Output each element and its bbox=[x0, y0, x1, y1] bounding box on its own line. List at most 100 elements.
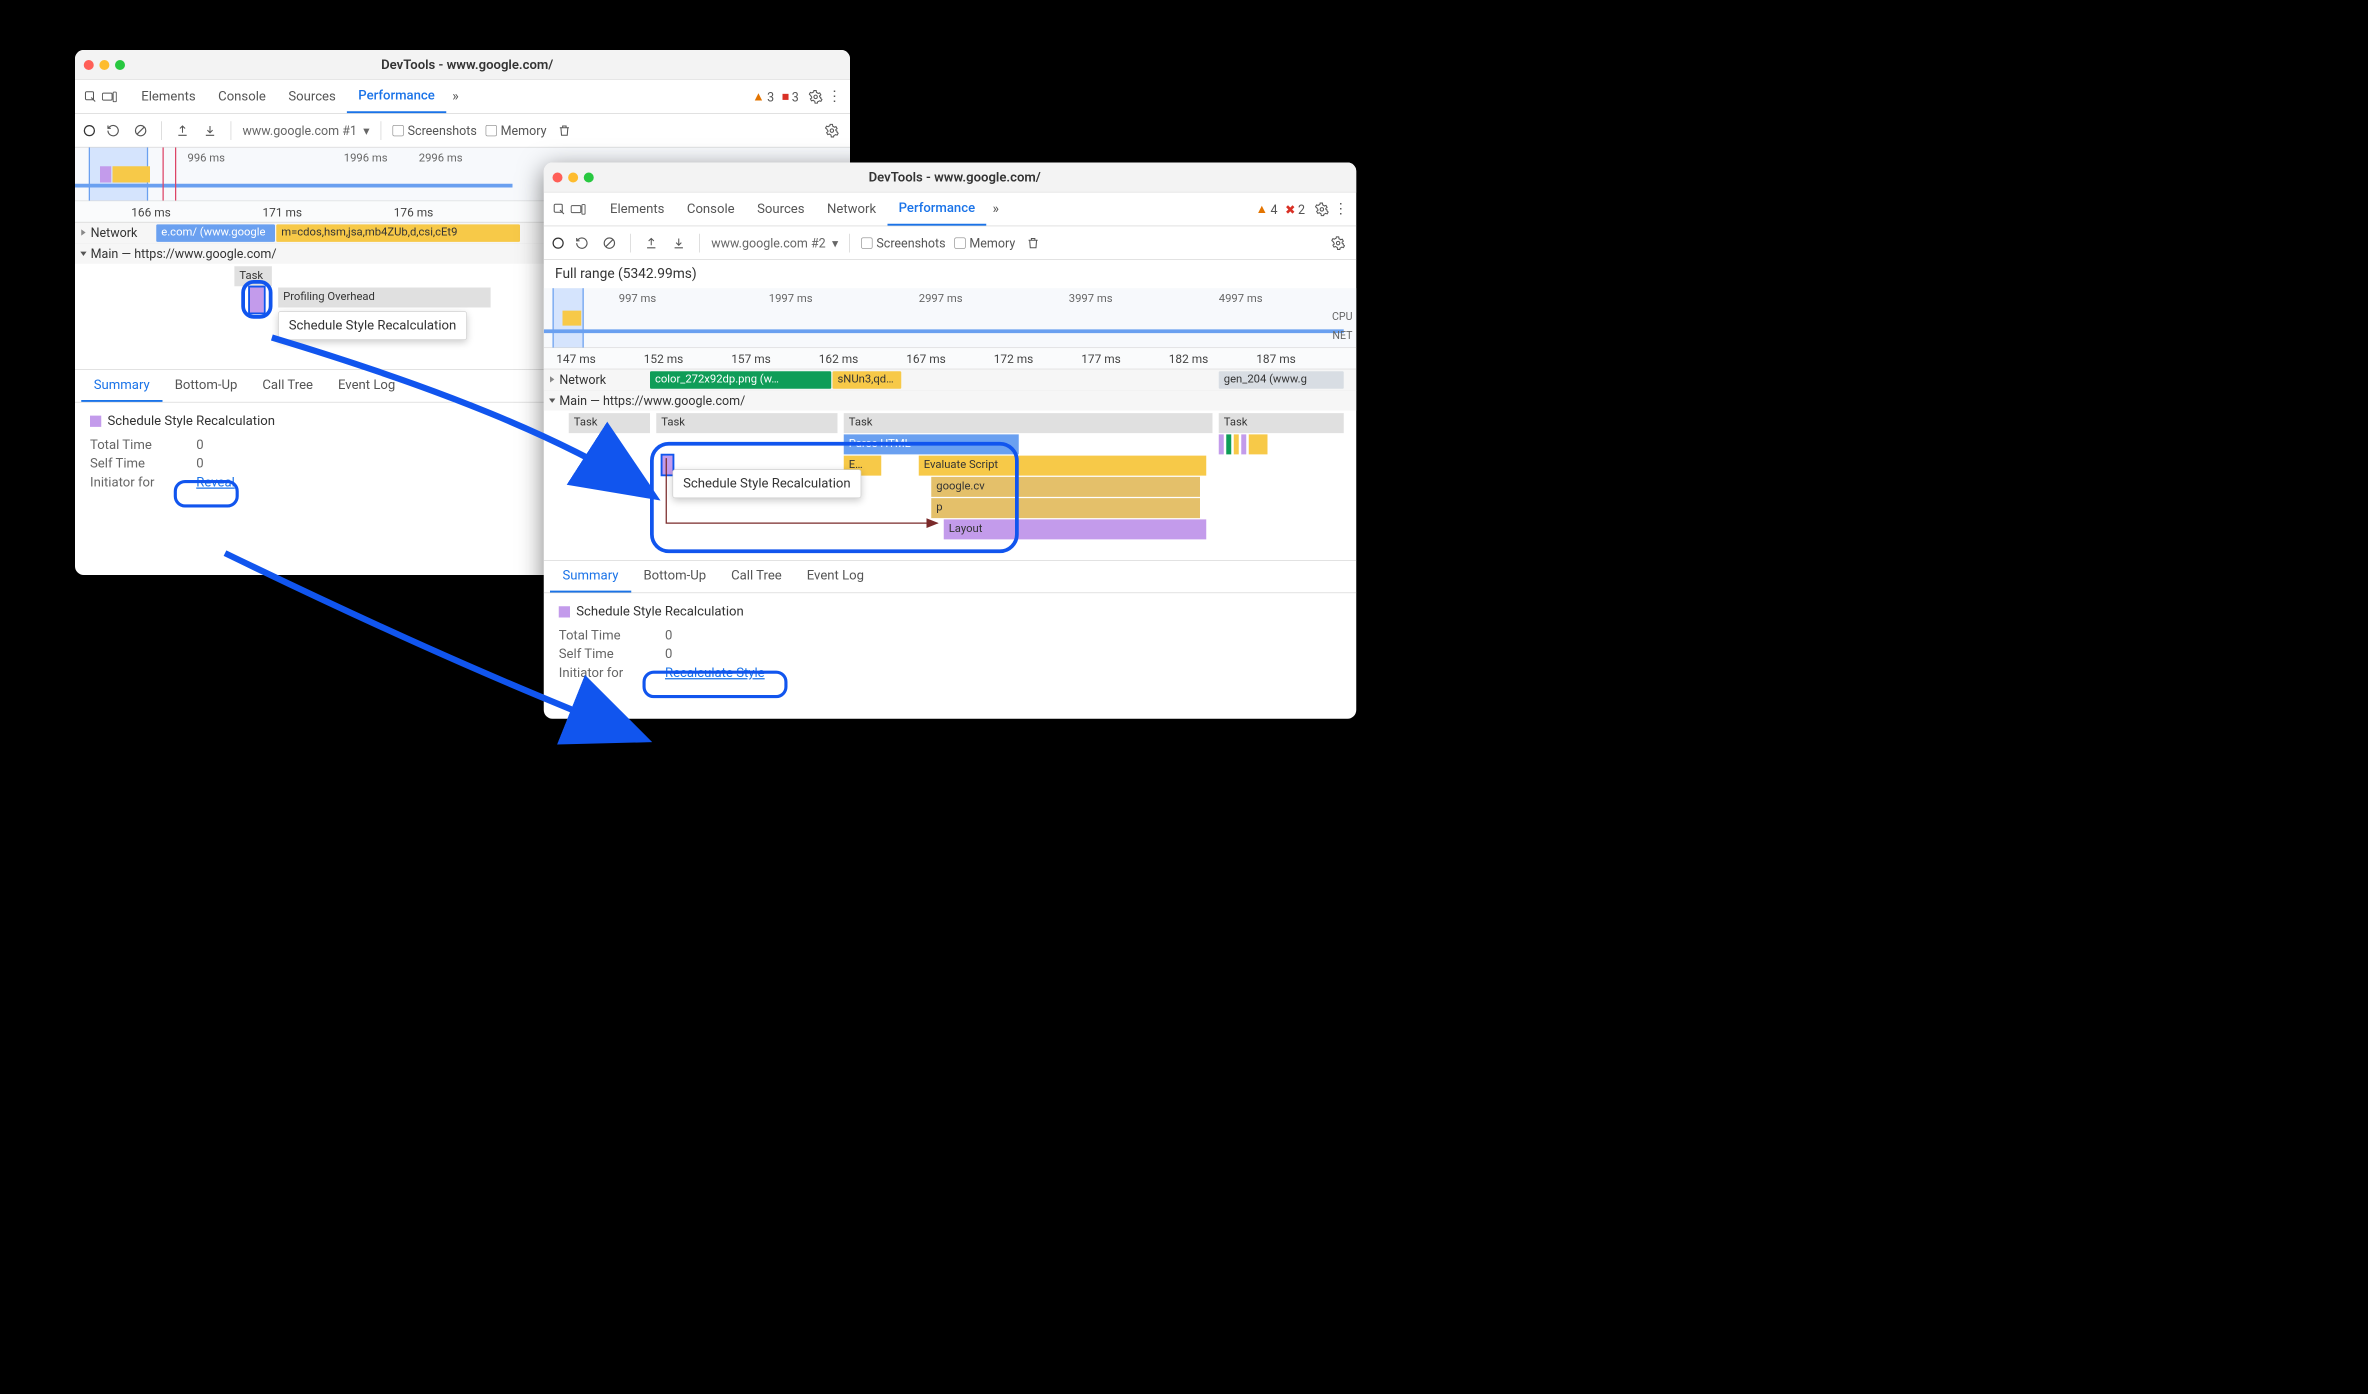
ruler-tick: 147 ms bbox=[556, 352, 596, 366]
flame-sliver[interactable] bbox=[1226, 434, 1231, 454]
clear-icon[interactable] bbox=[131, 121, 150, 140]
garbage-icon[interactable] bbox=[555, 121, 574, 140]
tab-performance[interactable]: Performance bbox=[347, 80, 446, 113]
profile-select[interactable]: www.google.com #2 ▾ bbox=[711, 235, 838, 250]
titlebar[interactable]: DevTools - www.google.com/ bbox=[544, 163, 1357, 193]
overview-tick: 4997 ms bbox=[1219, 292, 1263, 305]
screenshots-checkbox[interactable]: Screenshots bbox=[861, 235, 945, 250]
overview-tick: 1997 ms bbox=[769, 292, 813, 305]
download-icon[interactable] bbox=[669, 233, 688, 252]
record-button[interactable] bbox=[553, 237, 564, 248]
flame-task[interactable]: Task bbox=[844, 413, 1213, 433]
tab-elements[interactable]: Elements bbox=[130, 80, 207, 113]
download-icon[interactable] bbox=[201, 121, 220, 140]
device-icon[interactable] bbox=[569, 200, 588, 219]
more-tabs-icon[interactable]: » bbox=[986, 200, 1005, 219]
event-title: Schedule Style Recalculation bbox=[576, 604, 744, 619]
overview-tick: 1996 ms bbox=[344, 151, 388, 164]
gear-icon[interactable] bbox=[1329, 233, 1348, 252]
ruler-tick: 167 ms bbox=[906, 352, 946, 366]
tab-elements[interactable]: Elements bbox=[599, 193, 676, 226]
tab-summary[interactable]: Summary bbox=[81, 370, 162, 402]
tab-bottom-up[interactable]: Bottom-Up bbox=[162, 370, 250, 402]
window-title: DevTools - www.google.com/ bbox=[93, 57, 841, 72]
perf-toolbar: www.google.com #2 ▾ Screenshots Memory bbox=[544, 226, 1357, 260]
tab-call-tree[interactable]: Call Tree bbox=[250, 370, 326, 402]
flame-task[interactable]: Task bbox=[656, 413, 837, 433]
flame-sliver[interactable] bbox=[1219, 434, 1224, 454]
flame-task[interactable]: Task bbox=[569, 413, 650, 433]
inspect-icon[interactable] bbox=[81, 87, 100, 106]
tab-console[interactable]: Console bbox=[207, 80, 277, 113]
self-time-label: Self Time bbox=[559, 647, 647, 662]
tab-sources[interactable]: Sources bbox=[277, 80, 347, 113]
flame-sliver[interactable] bbox=[1234, 434, 1239, 454]
tab-call-tree[interactable]: Call Tree bbox=[719, 561, 795, 593]
record-button[interactable] bbox=[84, 125, 95, 136]
garbage-icon[interactable] bbox=[1024, 233, 1043, 252]
flame-sliver[interactable] bbox=[1241, 434, 1246, 454]
network-request[interactable]: e.com/ (www.google bbox=[156, 224, 275, 242]
device-icon[interactable] bbox=[100, 87, 119, 106]
tab-bottom-up[interactable]: Bottom-Up bbox=[631, 561, 719, 593]
chevron-down-icon: ▾ bbox=[832, 235, 838, 250]
network-request[interactable]: m=cdos,hsm,jsa,mb4ZUb,d,csi,cEt9 bbox=[276, 224, 520, 242]
range-label: Full range (5342.99ms) bbox=[544, 260, 1357, 288]
ruler-tick: 172 ms bbox=[994, 352, 1034, 366]
network-request[interactable]: sNUn3,qd… bbox=[833, 371, 902, 389]
kebab-icon[interactable]: ⋮ bbox=[825, 87, 844, 106]
more-tabs-icon[interactable]: » bbox=[446, 87, 465, 106]
errors-badge[interactable]: ■3 bbox=[782, 89, 799, 105]
memory-checkbox[interactable]: Memory bbox=[954, 235, 1015, 250]
main-tabs: Elements Console Sources Network Perform… bbox=[544, 193, 1357, 227]
tab-event-log[interactable]: Event Log bbox=[794, 561, 876, 593]
expand-icon[interactable] bbox=[81, 229, 85, 235]
overview-tick: 2996 ms bbox=[419, 151, 463, 164]
flame-chart[interactable]: Task Task Task Task Parse HTML E… Evalua… bbox=[544, 411, 1357, 561]
time-ruler[interactable]: 147 ms 152 ms 157 ms 162 ms 167 ms 172 m… bbox=[544, 348, 1357, 369]
gear-icon[interactable] bbox=[1313, 200, 1332, 219]
memory-checkbox[interactable]: Memory bbox=[486, 123, 547, 138]
profile-select[interactable]: www.google.com #1 ▾ bbox=[243, 123, 370, 138]
upload-icon[interactable] bbox=[642, 233, 661, 252]
timeline-overview[interactable]: CPU NET 997 ms 1997 ms 2997 ms 3997 ms 4… bbox=[544, 288, 1357, 348]
expand-icon[interactable] bbox=[549, 398, 555, 402]
errors-badge[interactable]: ✖2 bbox=[1285, 202, 1305, 217]
screenshots-checkbox[interactable]: Screenshots bbox=[393, 123, 477, 138]
tab-event-log[interactable]: Event Log bbox=[326, 370, 408, 402]
tab-sources[interactable]: Sources bbox=[746, 193, 816, 226]
flame-sliver[interactable] bbox=[1249, 434, 1268, 454]
tab-console[interactable]: Console bbox=[676, 193, 746, 226]
network-track-label: Network bbox=[559, 372, 606, 387]
gear-icon[interactable] bbox=[823, 121, 842, 140]
expand-icon[interactable] bbox=[550, 376, 554, 382]
clear-icon[interactable] bbox=[600, 233, 619, 252]
ruler-tick: 182 ms bbox=[1169, 352, 1209, 366]
warnings-badge[interactable]: ▲4 bbox=[1256, 201, 1278, 217]
main-track-header[interactable]: Main — https://www.google.com/ bbox=[544, 391, 1357, 411]
flame-task[interactable]: Task bbox=[1219, 413, 1344, 433]
inspect-icon[interactable] bbox=[550, 200, 569, 219]
details-tabs: Summary Bottom-Up Call Tree Event Log bbox=[544, 561, 1357, 594]
annotation-circle bbox=[650, 442, 1019, 553]
titlebar[interactable]: DevTools - www.google.com/ bbox=[75, 50, 850, 80]
details-panel: Schedule Style Recalculation Total Time0… bbox=[544, 593, 1357, 703]
network-request[interactable]: gen_204 (www.g bbox=[1219, 371, 1344, 389]
tab-network[interactable]: Network bbox=[816, 193, 888, 226]
gear-icon[interactable] bbox=[806, 87, 825, 106]
annotation-circle bbox=[241, 280, 272, 319]
upload-icon[interactable] bbox=[173, 121, 192, 140]
reload-icon[interactable] bbox=[104, 121, 123, 140]
flame-profiling-overhead[interactable]: Profiling Overhead bbox=[278, 288, 491, 308]
main-tabs: Elements Console Sources Performance » ▲… bbox=[75, 80, 850, 114]
warnings-badge[interactable]: ▲3 bbox=[752, 89, 774, 105]
reload-icon[interactable] bbox=[573, 233, 592, 252]
network-request[interactable]: color_272x92dp.png (w… bbox=[650, 371, 831, 389]
kebab-icon[interactable]: ⋮ bbox=[1331, 200, 1350, 219]
main-track-label: Main — https://www.google.com/ bbox=[559, 393, 745, 408]
expand-icon[interactable] bbox=[80, 252, 86, 256]
tab-performance[interactable]: Performance bbox=[887, 193, 986, 226]
overview-tick: 997 ms bbox=[619, 292, 656, 305]
profile-name: www.google.com #1 bbox=[243, 123, 357, 138]
tab-summary[interactable]: Summary bbox=[550, 561, 631, 593]
